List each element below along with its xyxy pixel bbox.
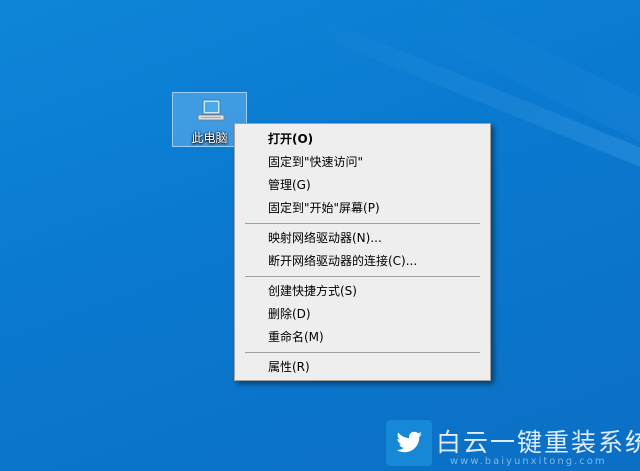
menu-item-disconnect-network-drive[interactable]: 断开网络驱动器的连接(C)... — [235, 250, 490, 273]
computer-icon — [197, 99, 225, 121]
twitter-bird-icon — [396, 431, 422, 453]
menu-item-open[interactable]: 打开(O) — [235, 128, 490, 151]
watermark-brand: 白云一键重装系统 — [436, 428, 640, 457]
menu-item-create-shortcut[interactable]: 创建快捷方式(S) — [235, 280, 490, 303]
menu-item-rename[interactable]: 重命名(M) — [235, 326, 490, 349]
menu-separator — [245, 276, 480, 277]
watermark: 白云一键重装系统 www.baiyunxitong.com — [386, 420, 640, 471]
menu-item-properties[interactable]: 属性(R) — [235, 356, 490, 379]
menu-item-manage[interactable]: 管理(G) — [235, 174, 490, 197]
desktop[interactable]: 此电脑 打开(O) 固定到"快速访问" 管理(G) 固定到"开始"屏幕(P) 映… — [0, 0, 640, 471]
menu-item-delete[interactable]: 删除(D) — [235, 303, 490, 326]
context-menu: 打开(O) 固定到"快速访问" 管理(G) 固定到"开始"屏幕(P) 映射网络驱… — [234, 123, 491, 381]
menu-item-map-network-drive[interactable]: 映射网络驱动器(N)... — [235, 227, 490, 250]
menu-separator — [245, 223, 480, 224]
menu-item-pin-start[interactable]: 固定到"开始"屏幕(P) — [235, 197, 490, 220]
watermark-logo — [386, 420, 432, 466]
menu-separator — [245, 352, 480, 353]
watermark-url: www.baiyunxitong.com — [450, 456, 607, 467]
menu-item-pin-quick-access[interactable]: 固定到"快速访问" — [235, 151, 490, 174]
